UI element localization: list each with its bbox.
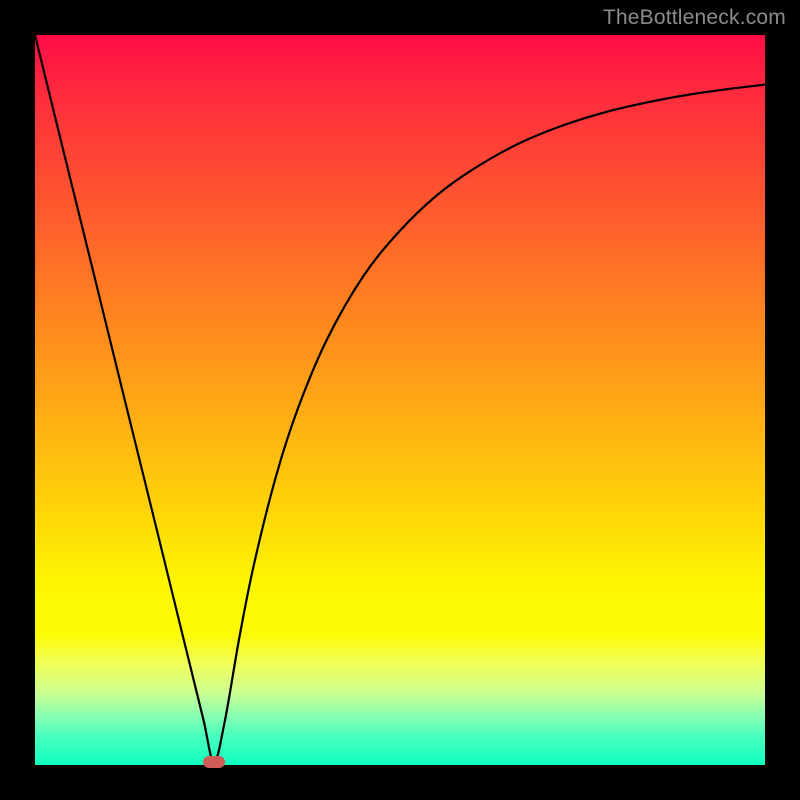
- plot-background: [35, 35, 765, 765]
- optimum-marker: [203, 756, 225, 768]
- watermark-label: TheBottleneck.com: [603, 6, 786, 30]
- chart-container: TheBottleneck.com: [0, 0, 800, 800]
